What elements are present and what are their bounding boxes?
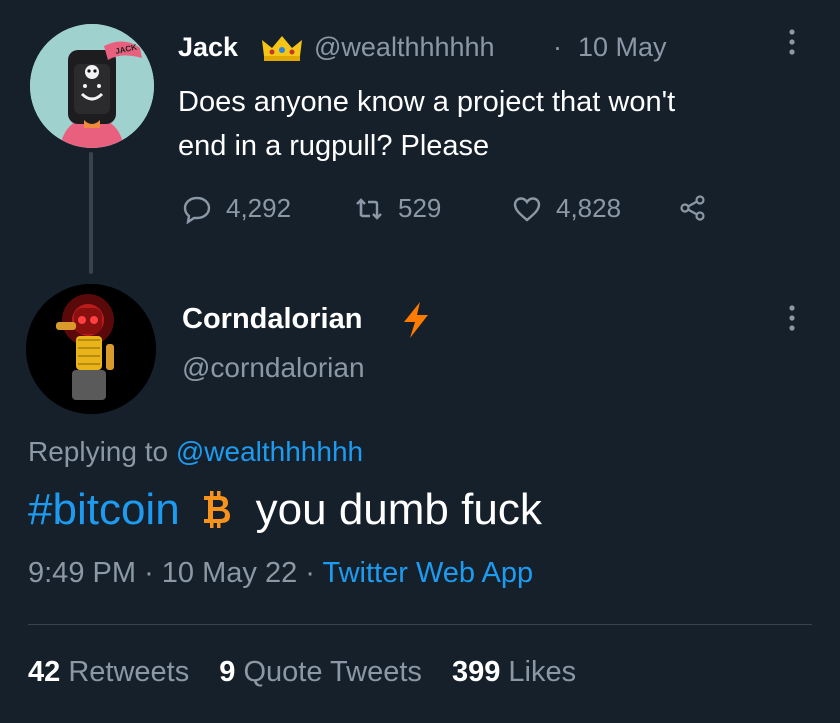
retweets-stat[interactable]: 42 Retweets [28, 656, 189, 688]
tweet-text-line1: Does anyone know a project that won't [178, 86, 676, 118]
hashtag-link[interactable]: #bitcoin [28, 485, 180, 534]
likes-count: 399 [451, 656, 501, 688]
retweet-button[interactable]: 529 [354, 193, 441, 224]
lightning-bolt-icon [404, 302, 428, 338]
meta-separator-2: · [305, 557, 315, 589]
avatar-jack-art: JACK [30, 24, 154, 148]
reply-button[interactable]: 4,292 [182, 193, 291, 224]
quotes-count: 9 [219, 656, 236, 688]
tweet-text-line2: end in a rugpull? Please [178, 130, 490, 162]
more-dots-icon[interactable] [780, 300, 804, 336]
quotes-label: Quote Tweets [243, 656, 422, 688]
divider [28, 624, 812, 625]
source-app-link[interactable]: Twitter Web App [323, 557, 534, 589]
reply-author-name[interactable]: Corndalorian [182, 303, 362, 336]
crown-icon [262, 36, 302, 61]
tweet-date[interactable]: 10 May [578, 32, 667, 63]
engagement-stats: 42 Retweets 9 Quote Tweets 399 Likes [28, 656, 598, 689]
author-handle[interactable]: @wealthhhhhh [314, 32, 495, 63]
quote-tweets-stat[interactable]: 9 Quote Tweets [219, 656, 422, 688]
tweet-full-date[interactable]: 10 May 22 [162, 557, 297, 589]
retweet-count: 529 [398, 193, 442, 223]
reply-body-text: you dumb fuck [255, 485, 542, 534]
like-button[interactable]: 4,828 [512, 193, 621, 224]
retweets-label: Retweets [68, 656, 190, 688]
tweet-meta: 9:49 PM · 10 May 22 · Twitter Web App [28, 557, 533, 590]
more-dots-icon[interactable] [780, 24, 804, 60]
likes-label: Likes [508, 656, 577, 688]
speech-bubble-icon [183, 196, 211, 224]
author-name[interactable]: Jack [178, 32, 238, 63]
reply-tweet-text: #bitcoin you dumb fuck [28, 485, 542, 535]
retweets-count: 42 [28, 656, 61, 688]
reply-author-handle[interactable]: @corndalorian [182, 352, 365, 384]
avatar-corndalorian-art [26, 284, 156, 414]
separator-dot: · [553, 32, 562, 62]
tweet-text: Does anyone know a project that won't en… [178, 80, 798, 168]
reply-count: 4,292 [226, 193, 292, 223]
avatar-jack[interactable]: JACK [30, 24, 154, 148]
retweet-icon [356, 197, 382, 220]
share-button[interactable] [678, 193, 722, 223]
thread-line [89, 152, 93, 274]
bitcoin-icon [203, 491, 230, 528]
meta-separator: · [144, 557, 154, 589]
likes-stat[interactable]: 399 Likes [452, 656, 576, 688]
heart-icon [513, 196, 541, 222]
share-icon [680, 195, 705, 221]
avatar-corndalorian[interactable] [26, 284, 156, 414]
replying-to-label: Replying to [28, 436, 169, 467]
replying-to: Replying to @wealthhhhhh [28, 436, 363, 468]
replying-to-handle-link[interactable]: @wealthhhhhh [176, 436, 363, 467]
like-count: 4,828 [556, 193, 622, 223]
tweet-time[interactable]: 9:49 PM [28, 557, 136, 589]
